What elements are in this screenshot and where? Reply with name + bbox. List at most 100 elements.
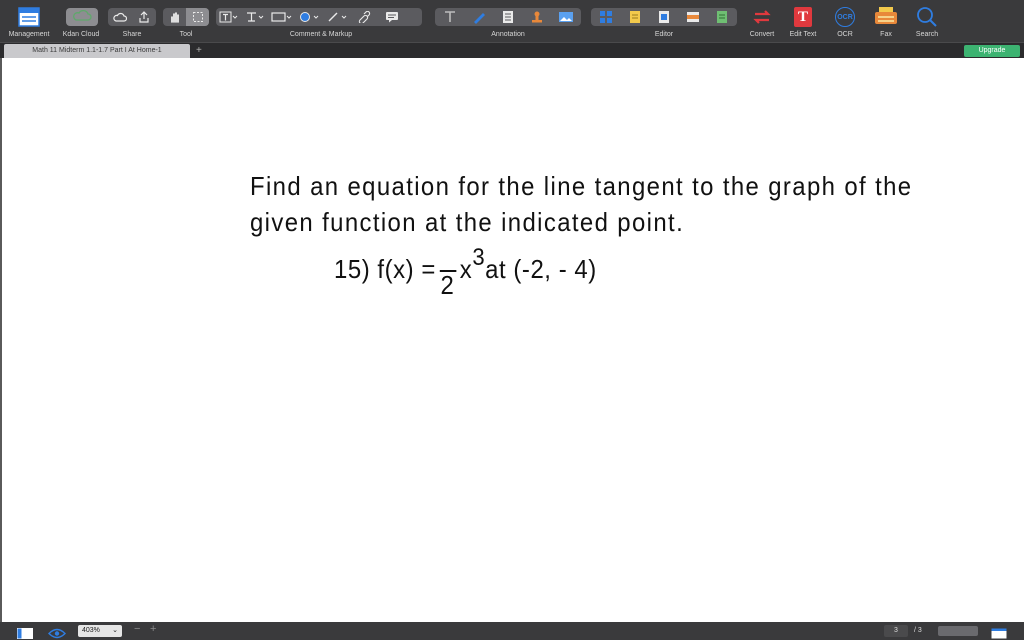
typewriter-button[interactable] [242,8,268,26]
image-icon [558,12,573,22]
editor-group [591,8,737,26]
split-page-button[interactable] [678,8,707,26]
add-tab-button[interactable]: + [196,43,202,58]
fraction-denominator: 2 [440,270,455,300]
page-yellow-icon [629,11,640,23]
link-icon [358,11,371,23]
page-number-input[interactable]: 3 [884,625,908,637]
edit-text-icon: T [794,7,812,27]
fraction: 2 [438,254,458,300]
chevron-down-icon: ⌄ [112,627,118,634]
search-label: Search [915,31,939,38]
grid-icon [599,11,612,23]
insert-page-button[interactable] [620,8,649,26]
problem-variable: x [459,254,473,284]
fax-button[interactable] [874,5,898,29]
share-button[interactable] [132,8,156,26]
fullscreen-button[interactable] [991,626,1007,644]
tool-group [163,8,209,26]
sign-button[interactable] [464,8,493,26]
problem-prefix: 15) f(x) = [334,254,436,284]
search-icon [917,7,937,27]
status-bar: 403% ⌄ − + 3 / 3 [0,622,1024,640]
select-area-icon [192,12,203,22]
fax-icon [875,7,897,24]
hand-icon [170,12,179,23]
editor-label: Editor [654,31,674,38]
zoom-select[interactable]: 403% ⌄ [78,625,122,637]
tab-document[interactable]: Math 11 Midterm 1.1-1.7 Part I At Home-1 [4,44,190,58]
zoom-value: 403% [82,627,100,634]
hand-tool-button[interactable] [163,8,186,26]
document-page: Find an equation for the line tangent to… [0,58,1024,622]
note-icon [386,12,398,23]
image-button[interactable] [551,8,580,26]
problem-15: 15) f(x) = 2 x3at (-2, - 4) [334,244,597,300]
page-blue-icon [658,11,669,23]
cloud-icon [113,12,127,22]
tool-label: Tool [179,31,193,38]
sidebar-panel-icon [17,628,33,639]
select-tool-button[interactable] [186,8,209,26]
kdan-cloud-label: Kdan Cloud [62,31,100,38]
zoom-in-button[interactable]: + [150,623,156,635]
page-green-icon [716,11,727,23]
ocr-icon: OCR [835,7,855,27]
typewriter-icon [247,12,264,22]
extract-page-button[interactable] [649,8,678,26]
convert-arrows-icon [753,10,771,24]
link-button[interactable] [352,8,378,26]
management-label: Management [8,31,50,38]
insert-text-button[interactable] [435,8,464,26]
note-button[interactable] [378,8,406,26]
rectangle-icon [271,12,292,22]
ocr-button[interactable]: OCR [833,5,857,29]
form-list-icon [502,11,513,23]
merge-page-button[interactable] [707,8,736,26]
eye-icon [48,628,66,639]
shape-button[interactable] [268,8,296,26]
share-label: Share [122,31,142,38]
text-box-button[interactable] [216,8,242,26]
text-t-icon [444,11,455,22]
annotation-group [435,8,581,26]
management-button[interactable] [17,5,41,29]
fax-label: Fax [880,31,892,38]
page-slider[interactable] [938,626,978,636]
color-button[interactable] [296,8,324,26]
pen-button[interactable] [324,8,352,26]
kdan-cloud-button[interactable] [66,8,98,26]
cloud-button[interactable] [108,8,132,26]
stamp-icon [531,11,542,23]
color-dot-icon [300,12,319,22]
share-icon [139,11,149,23]
convert-button[interactable] [750,5,774,29]
text-box-icon [219,11,238,23]
page-orange-icon [686,12,699,22]
annotation-label: Annotation [491,31,525,38]
management-icon [18,7,40,27]
zoom-out-button[interactable]: − [134,623,140,635]
problem-exponent: 3 [472,244,486,271]
problem-instructions: Find an equation for the line tangent to… [250,171,913,237]
tab-bar: Math 11 Midterm 1.1-1.7 Part I At Home-1… [0,42,1024,58]
search-button[interactable] [915,5,939,29]
share-group [108,8,156,26]
stamp-button[interactable] [522,8,551,26]
organize-pages-button[interactable] [591,8,620,26]
form-button[interactable] [493,8,522,26]
main-toolbar: Management Kdan Cloud Share Tool Comment… [0,0,1024,42]
signature-pen-icon [473,13,485,24]
problem-suffix: at (-2, - 4) [485,254,597,284]
ocr-label: OCR [837,31,853,38]
page-total: / 3 [914,627,922,634]
comment-markup-group [216,8,422,26]
display-mode-icon [991,628,1007,639]
edit-text-label: Edit Text [789,31,817,38]
convert-label: Convert [749,31,775,38]
thumbnail-view-button[interactable] [17,626,33,644]
cloud-upload-icon [73,9,92,21]
edit-text-button[interactable]: T [791,5,815,29]
upgrade-button[interactable]: Upgrade [964,45,1020,57]
view-mode-button[interactable] [48,626,66,644]
